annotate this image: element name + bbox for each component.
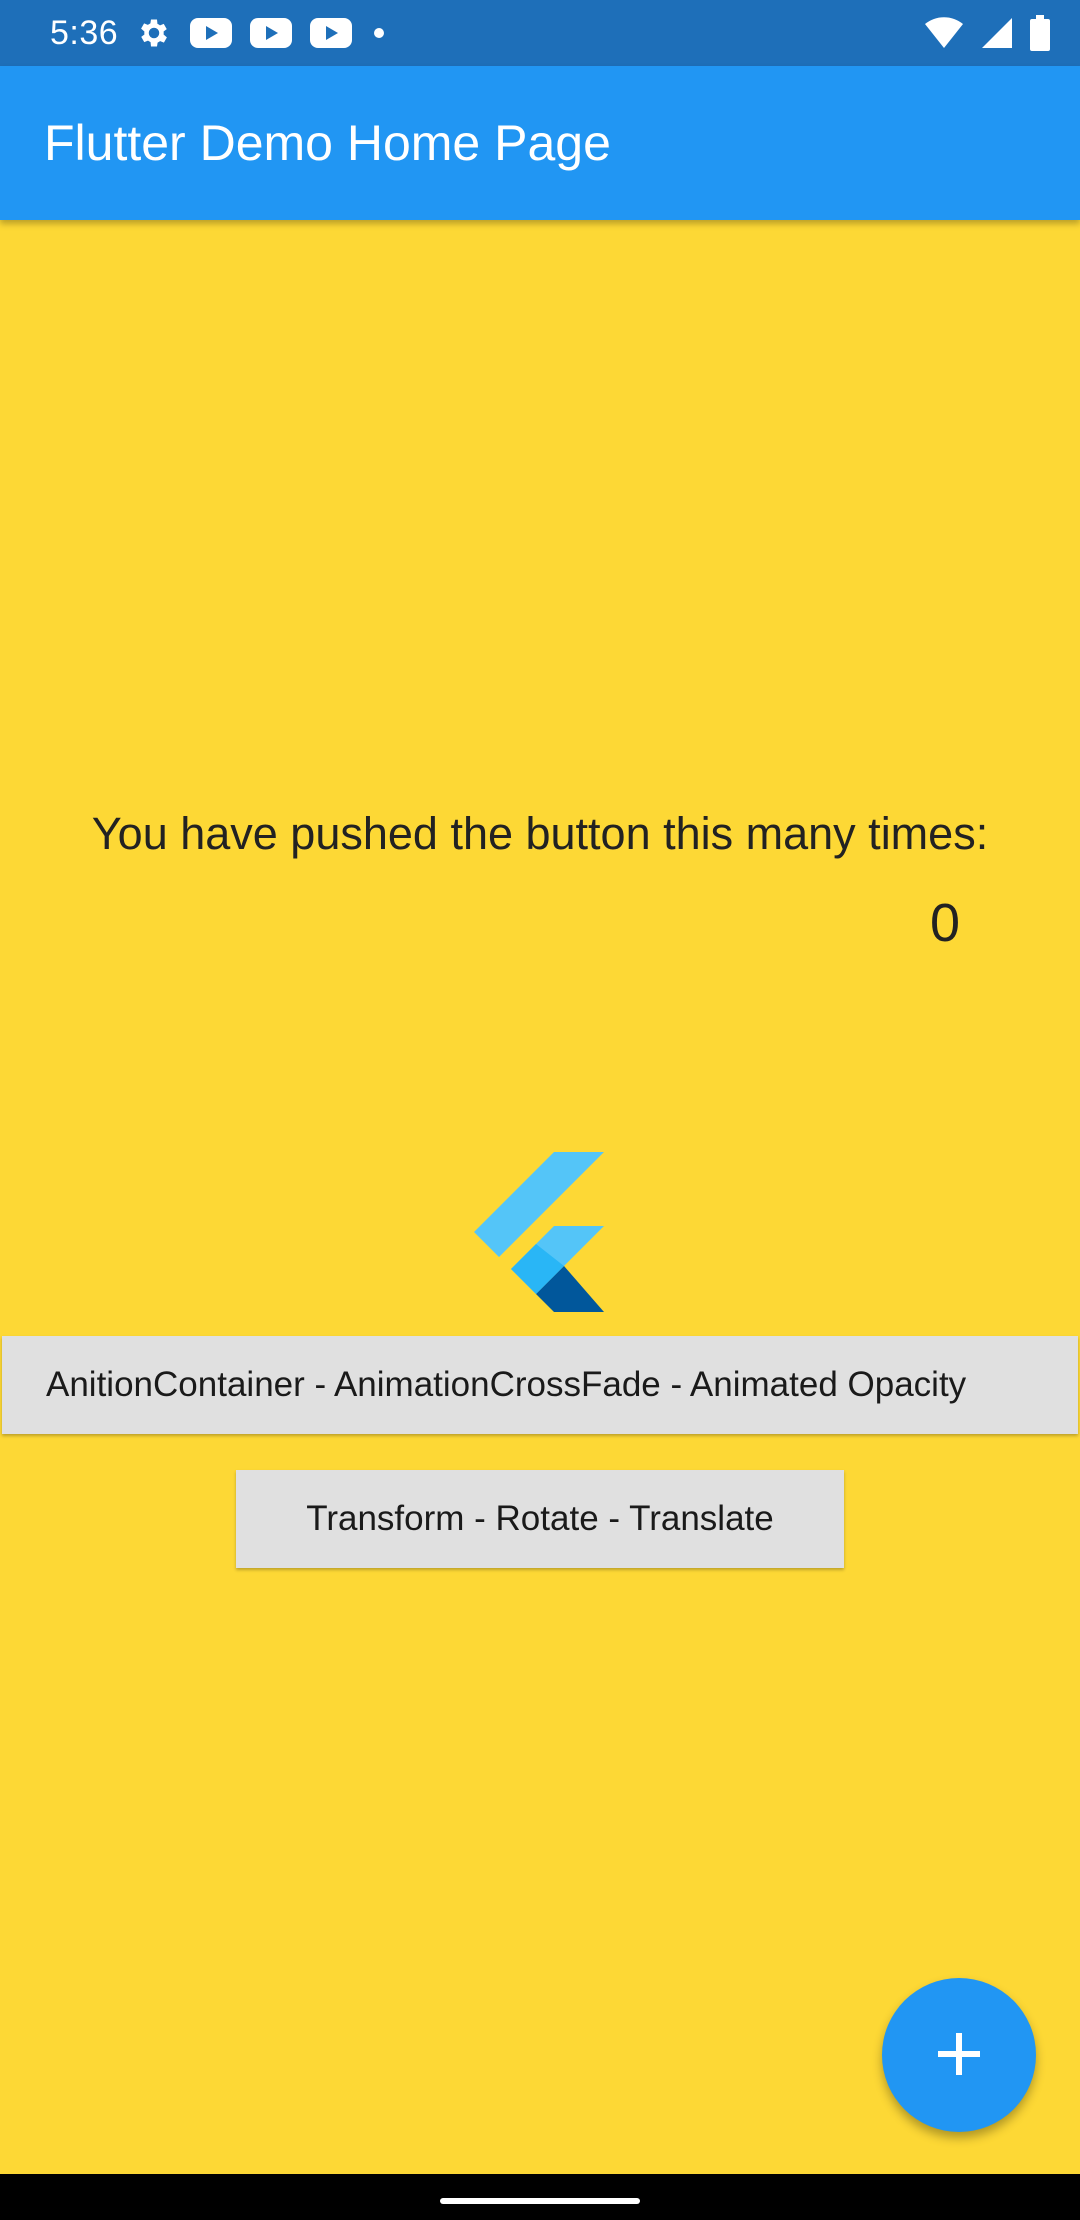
- gear-icon: [136, 15, 172, 51]
- flutter-logo-icon: [474, 1152, 604, 1312]
- navigation-bar: [0, 2174, 1080, 2220]
- status-time: 5:36: [50, 13, 119, 52]
- animation-container-button[interactable]: AnitionContainer - AnimationCrossFade - …: [2, 1336, 1078, 1434]
- battery-icon: [1030, 15, 1050, 51]
- counter-value: 0: [929, 893, 961, 953]
- youtube-icon: [190, 18, 233, 48]
- youtube-icon: [250, 18, 293, 48]
- dot-icon: [374, 28, 385, 38]
- status-icons-left: [136, 15, 385, 51]
- counter-label: You have pushed the button this many tim…: [91, 808, 989, 859]
- home-handle[interactable]: [440, 2198, 640, 2204]
- increment-fab-button[interactable]: [882, 1978, 1036, 2132]
- plus-icon: [936, 2031, 982, 2080]
- wifi-icon: [924, 16, 964, 50]
- app-bar: Flutter Demo Home Page: [0, 66, 1080, 220]
- status-icons-right: [924, 15, 1050, 51]
- signal-icon: [980, 16, 1014, 50]
- page-title: Flutter Demo Home Page: [44, 115, 611, 171]
- status-bar: 5:36: [0, 0, 1080, 66]
- youtube-icon: [310, 18, 353, 48]
- transform-button[interactable]: Transform - Rotate - Translate: [236, 1470, 844, 1568]
